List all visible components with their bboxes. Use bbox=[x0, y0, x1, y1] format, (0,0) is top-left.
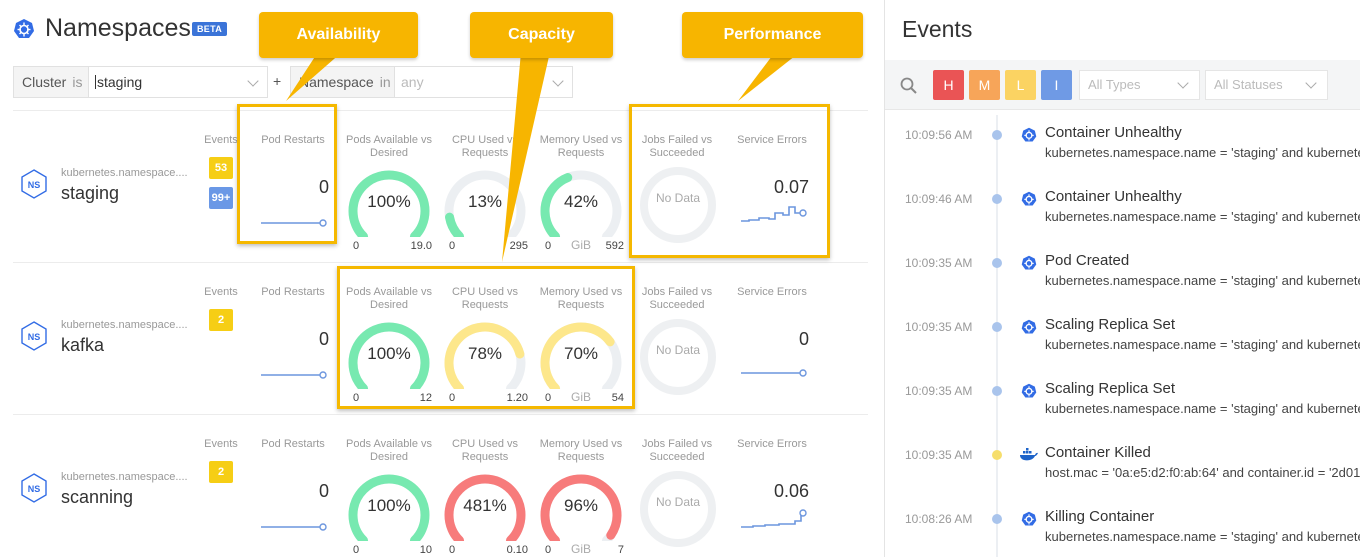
performance-callout: Performance bbox=[682, 12, 863, 58]
event-item[interactable]: 10:09:46 AM Container Unhealthy kubernetes… bbox=[885, 184, 1360, 248]
event-title[interactable]: Container Unhealthy bbox=[1045, 124, 1182, 141]
event-item[interactable]: 10:09:35 AM Pod Created kubernetes.namespa… bbox=[885, 248, 1360, 312]
event-time: 10:09:35 AM bbox=[905, 448, 973, 462]
event-item[interactable]: 10:09:35 AM Scaling Replica Set kubernetes… bbox=[885, 376, 1360, 440]
event-title[interactable]: Scaling Replica Set bbox=[1045, 380, 1175, 397]
capacity-callout: Capacity bbox=[470, 12, 613, 58]
event-title[interactable]: Killing Container bbox=[1045, 508, 1154, 525]
event-title[interactable]: Scaling Replica Set bbox=[1045, 316, 1175, 333]
event-detail: kubernetes.namespace.name = 'staging' an… bbox=[1045, 529, 1360, 544]
severity-filter-l[interactable]: L bbox=[1005, 70, 1036, 100]
timeline-dot bbox=[992, 258, 1002, 268]
event-time: 10:09:35 AM bbox=[905, 384, 973, 398]
severity-filter-i[interactable]: I bbox=[1041, 70, 1072, 100]
timeline-dot bbox=[992, 194, 1002, 204]
kubernetes-icon bbox=[1021, 191, 1037, 212]
chevron-down-icon[interactable] bbox=[1305, 77, 1317, 89]
events-toolbar: HMLI All Types All Statuses bbox=[885, 60, 1360, 110]
types-select[interactable]: All Types bbox=[1079, 70, 1200, 100]
timeline-dot bbox=[992, 130, 1002, 140]
kubernetes-icon bbox=[1021, 319, 1037, 340]
event-time: 10:09:46 AM bbox=[905, 192, 973, 206]
callout-pointers bbox=[286, 52, 800, 262]
kubernetes-icon bbox=[1021, 511, 1037, 532]
kubernetes-icon bbox=[1021, 255, 1037, 276]
chevron-down-icon[interactable] bbox=[1177, 77, 1189, 89]
timeline-dot bbox=[992, 322, 1002, 332]
event-detail: kubernetes.namespace.name = 'staging' an… bbox=[1045, 337, 1360, 352]
kubernetes-icon bbox=[1021, 383, 1037, 404]
event-item[interactable]: 10:09:35 AM Container Killed host.mac = '0… bbox=[885, 440, 1360, 504]
event-item[interactable]: 10:09:35 AM Scaling Replica Set kubernetes… bbox=[885, 312, 1360, 376]
kubernetes-icon bbox=[1021, 127, 1037, 148]
timeline-dot bbox=[992, 514, 1002, 524]
timeline-dot bbox=[992, 386, 1002, 396]
event-time: 10:08:26 AM bbox=[905, 512, 973, 526]
event-detail: kubernetes.namespace.name = 'staging' an… bbox=[1045, 273, 1360, 288]
namespaces-panel: Namespaces BETA Cluster is staging + Name… bbox=[0, 0, 884, 557]
event-time: 10:09:35 AM bbox=[905, 256, 973, 270]
events-title: Events bbox=[902, 16, 973, 42]
statuses-select[interactable]: All Statuses bbox=[1205, 70, 1328, 100]
event-detail: host.mac = '0a:e5:d2:f0:ab:64' and conta… bbox=[1045, 465, 1360, 480]
event-item[interactable]: 10:09:56 AM Container Unhealthy kubernetes… bbox=[885, 120, 1360, 184]
timeline-dot bbox=[992, 450, 1002, 460]
severity-filter-m[interactable]: M bbox=[969, 70, 1000, 100]
event-title[interactable]: Container Unhealthy bbox=[1045, 188, 1182, 205]
event-item[interactable]: 10:08:26 AM Killing Container kubernetes.n… bbox=[885, 504, 1360, 557]
event-title[interactable]: Pod Created bbox=[1045, 252, 1129, 269]
event-detail: kubernetes.namespace.name = 'staging' an… bbox=[1045, 209, 1360, 224]
event-time: 10:09:35 AM bbox=[905, 320, 973, 334]
event-time: 10:09:56 AM bbox=[905, 128, 973, 142]
event-detail: kubernetes.namespace.name = 'staging' an… bbox=[1045, 401, 1360, 416]
types-select-value: All Types bbox=[1088, 77, 1141, 92]
event-detail: kubernetes.namespace.name = 'staging' an… bbox=[1045, 145, 1360, 160]
docker-icon bbox=[1019, 448, 1039, 467]
event-title[interactable]: Container Killed bbox=[1045, 444, 1151, 461]
statuses-select-value: All Statuses bbox=[1214, 77, 1283, 92]
events-panel: Events HMLI All Types All Statuses 10:09… bbox=[884, 0, 1360, 557]
availability-callout: Availability bbox=[259, 12, 418, 58]
severity-filter-h[interactable]: H bbox=[933, 70, 964, 100]
search-icon[interactable] bbox=[900, 77, 918, 100]
